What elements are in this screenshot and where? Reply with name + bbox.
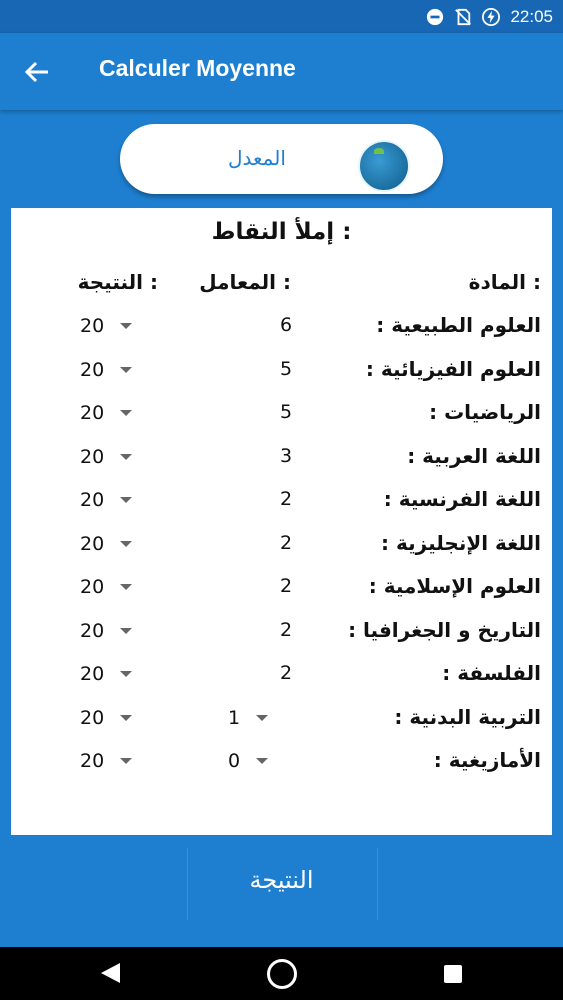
coefficient-value: 3 — [279, 445, 293, 467]
score-value: 20 — [80, 402, 105, 424]
nav-home-icon[interactable] — [267, 959, 297, 989]
coefficient-dropdown[interactable]: 0 — [228, 750, 269, 772]
status-bar: 22:05 — [0, 0, 563, 33]
subject-label: الفلسفة : — [442, 661, 541, 685]
score-dropdown[interactable]: 20 — [80, 315, 133, 337]
score-dropdown[interactable]: 20 — [80, 489, 133, 511]
score-value: 20 — [80, 750, 105, 772]
dropdown-caret-icon — [120, 584, 133, 590]
score-value: 20 — [80, 663, 105, 685]
score-value: 20 — [80, 315, 105, 337]
form-title: إملأ النقاط : — [211, 219, 352, 245]
result-button-label: النتيجة — [249, 866, 314, 894]
coefficient-value: 2 — [279, 662, 293, 684]
subject-label: التاريخ و الجغرافيا : — [348, 618, 541, 642]
score-dropdown[interactable]: 20 — [80, 620, 133, 642]
subject-label: اللغة الإنجليزية : — [381, 531, 541, 555]
coefficient-value: 2 — [279, 532, 293, 554]
app-bar: Calculer Moyenne — [0, 33, 563, 110]
header-coefficient: المعامل : — [199, 270, 291, 294]
score-value: 20 — [80, 489, 105, 511]
nav-recent-icon[interactable] — [444, 965, 462, 983]
subject-label: الأمازيغية : — [433, 748, 541, 772]
subject-label: العلوم الإسلامية : — [368, 574, 541, 598]
score-value: 20 — [80, 359, 105, 381]
dropdown-caret-icon — [120, 454, 133, 460]
score-dropdown[interactable]: 20 — [80, 707, 133, 729]
do-not-disturb-icon — [427, 8, 444, 25]
system-nav-bar — [0, 947, 563, 1000]
dropdown-caret-icon — [120, 715, 133, 721]
grades-form-card — [11, 208, 552, 835]
score-value: 20 — [80, 446, 105, 468]
dropdown-caret-icon — [120, 628, 133, 634]
average-pill-label: المعدل — [228, 146, 286, 170]
dropdown-caret-icon — [120, 758, 133, 764]
score-dropdown[interactable]: 20 — [80, 663, 133, 685]
coefficient-value: 2 — [279, 488, 293, 510]
coefficient-value: 2 — [279, 619, 293, 641]
coefficient-value: 5 — [279, 401, 293, 423]
subject-label: العلوم الطبيعية : — [376, 313, 541, 337]
app-title: Calculer Moyenne — [99, 55, 296, 81]
dropdown-caret-icon — [256, 758, 269, 764]
arrow-back-icon[interactable] — [22, 57, 52, 87]
score-dropdown[interactable]: 20 — [80, 446, 133, 468]
nav-back-icon[interactable] — [98, 961, 122, 985]
score-value: 20 — [80, 707, 105, 729]
subject-label: الرياضيات : — [429, 400, 541, 424]
score-value: 20 — [80, 620, 105, 642]
score-dropdown[interactable]: 20 — [80, 750, 133, 772]
score-value: 20 — [80, 533, 105, 555]
dropdown-caret-icon — [120, 541, 133, 547]
score-value: 20 — [80, 576, 105, 598]
coefficient-value: 5 — [279, 358, 293, 380]
status-time: 22:05 — [510, 6, 553, 26]
header-subject: المادة : — [468, 270, 541, 294]
subject-label: العلوم الفيزيائية : — [365, 357, 541, 381]
subject-label: اللغة العربية : — [407, 444, 541, 468]
dropdown-caret-icon — [120, 497, 133, 503]
dropdown-caret-icon — [120, 671, 133, 677]
coefficient-value: 6 — [279, 314, 293, 336]
battery-charging-icon — [482, 7, 501, 26]
coefficient-value: 0 — [228, 750, 241, 772]
score-dropdown[interactable]: 20 — [80, 402, 133, 424]
score-dropdown[interactable]: 20 — [80, 359, 133, 381]
coefficient-value: 1 — [228, 707, 241, 729]
coefficient-dropdown[interactable]: 1 — [228, 707, 269, 729]
score-dropdown[interactable]: 20 — [80, 533, 133, 555]
dropdown-caret-icon — [120, 410, 133, 416]
no-sim-icon — [455, 8, 472, 25]
coefficient-value: 2 — [279, 575, 293, 597]
dropdown-caret-icon — [120, 323, 133, 329]
score-dropdown[interactable]: 20 — [80, 576, 133, 598]
dropdown-caret-icon — [120, 367, 133, 373]
header-result: النتيجة : — [77, 270, 158, 294]
subject-label: اللغة الفرنسية : — [383, 487, 541, 511]
app-logo-icon — [358, 140, 410, 192]
dropdown-caret-icon — [256, 715, 269, 721]
subject-label: التربية البدنية : — [394, 705, 541, 729]
